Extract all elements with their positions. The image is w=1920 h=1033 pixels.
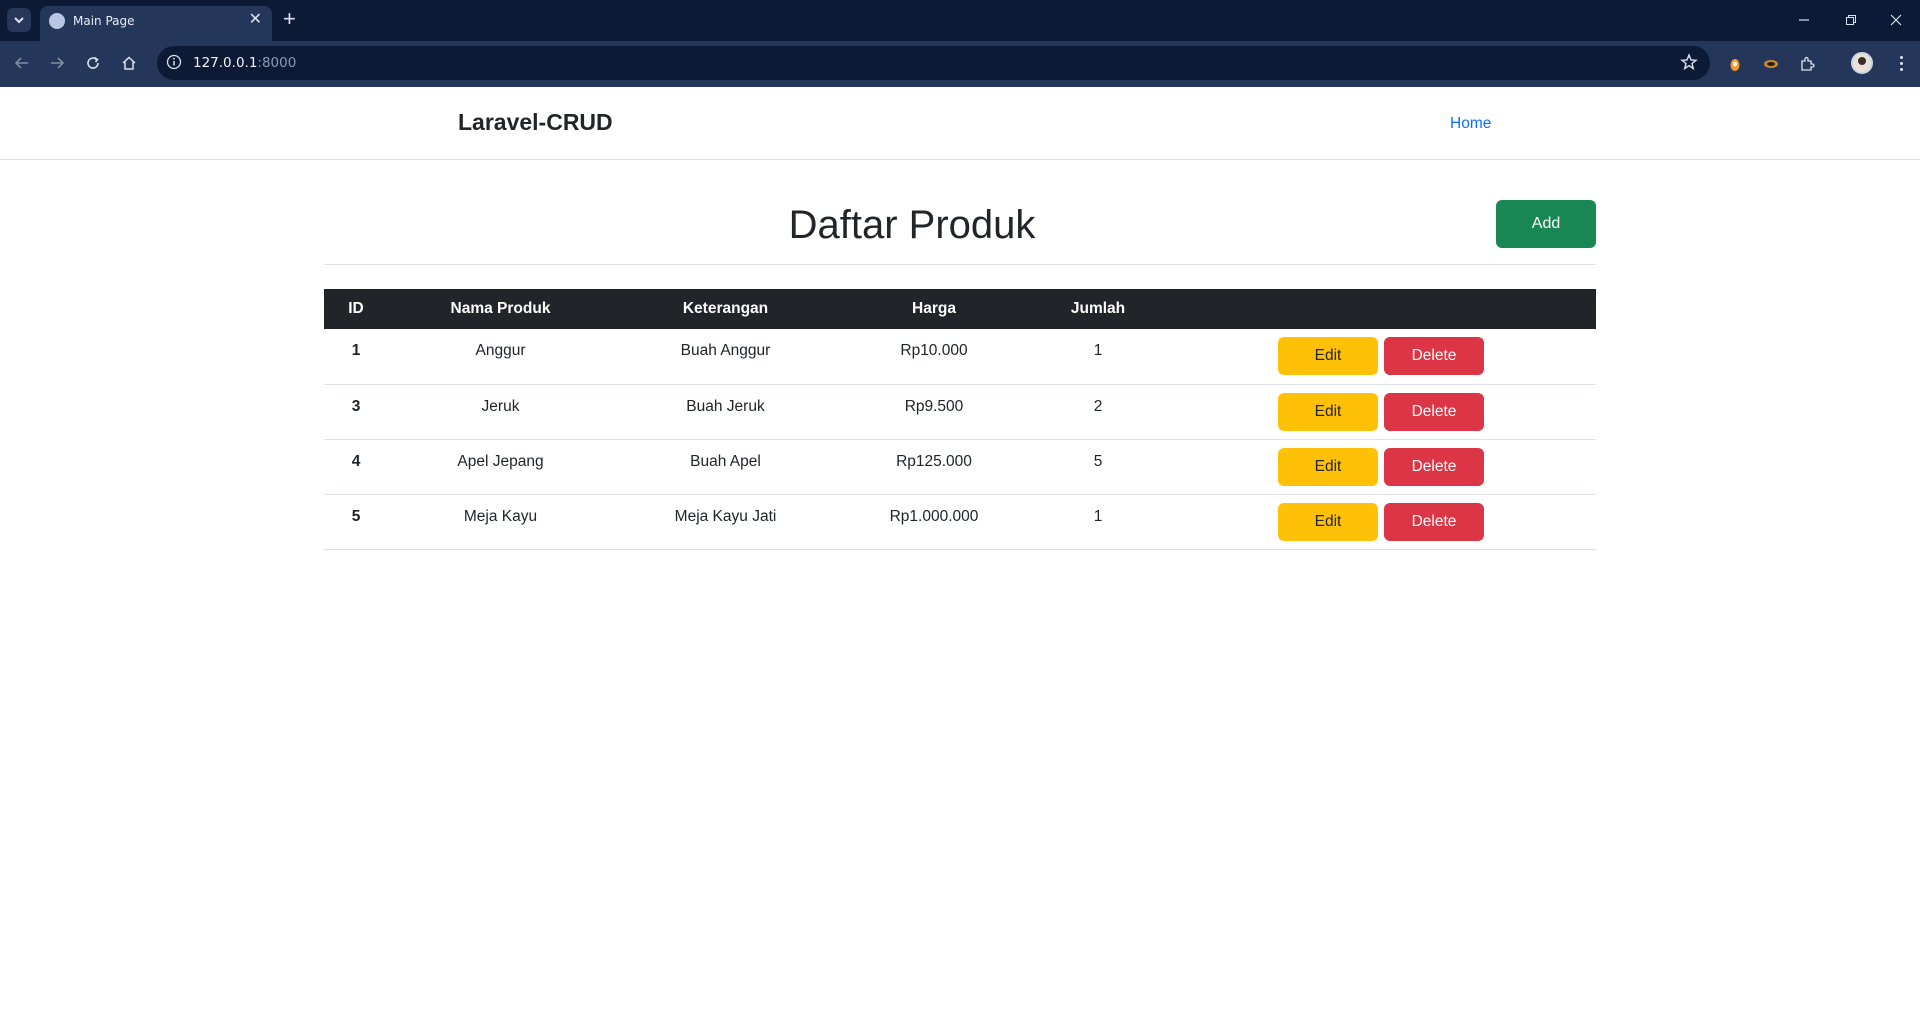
info-icon[interactable] — [166, 54, 182, 70]
col-header-harga: Harga — [912, 300, 956, 317]
table-row: 5 Meja Kayu Meja Kayu Jati Rp1.000.000 1… — [324, 494, 1596, 549]
add-button[interactable]: Add — [1496, 200, 1596, 248]
cell-harga: Rp10.000 — [900, 342, 968, 359]
cell-actions: Edit Delete — [1166, 329, 1596, 384]
cell-nama: Jeruk — [481, 397, 520, 415]
page-content: Laravel-CRUD Home Daftar Produk Add ID N… — [0, 87, 1920, 1033]
extension-glasses-icon[interactable] — [1761, 54, 1781, 74]
cell-id: 1 — [351, 342, 361, 359]
url-text: 127.0.0.1:8000 — [193, 55, 296, 71]
chevron-down-icon — [14, 17, 24, 24]
cell-id: 3 — [351, 397, 361, 415]
header-divider — [324, 264, 1596, 265]
table-row: 3 Jeruk Buah Jeruk Rp9.500 2 Edit Delete — [324, 384, 1596, 439]
plus-icon[interactable]: + — [283, 6, 296, 32]
forward-arrow-icon[interactable] — [44, 50, 70, 76]
menu-dots-icon[interactable] — [1891, 53, 1911, 73]
edit-button[interactable]: Edit — [1278, 447, 1378, 486]
cell-keterangan: Buah Anggur — [680, 342, 771, 359]
edit-button[interactable]: Edit — [1278, 502, 1378, 541]
product-table: ID Nama Produk Keterangan Harga Jumlah 1… — [324, 289, 1596, 550]
delete-button[interactable]: Delete — [1384, 447, 1484, 486]
edit-button[interactable]: Edit — [1278, 392, 1378, 431]
col-header-id: ID — [348, 300, 364, 317]
url-port: :8000 — [257, 55, 297, 71]
profile-avatar[interactable] — [1851, 52, 1873, 74]
delete-button[interactable]: Delete — [1384, 502, 1484, 541]
col-header-actions — [1166, 289, 1596, 329]
close-window-icon[interactable] — [1881, 8, 1911, 32]
url-host: 127.0.0.1 — [193, 55, 258, 71]
back-arrow-icon[interactable] — [9, 50, 35, 76]
tab-title: Main Page — [73, 14, 135, 28]
cell-jumlah: 1 — [1093, 342, 1103, 359]
col-header-nama: Nama Produk — [450, 300, 551, 317]
cell-harga: Rp1.000.000 — [889, 507, 979, 525]
delete-button[interactable]: Delete — [1384, 337, 1484, 375]
col-header-jumlah: Jumlah — [1070, 300, 1126, 317]
extension-icon[interactable] — [1797, 54, 1817, 74]
table-header-row: ID Nama Produk Keterangan Harga Jumlah — [324, 289, 1596, 329]
cell-nama: Apel Jepang — [457, 452, 544, 470]
browser-tab-bar: Main Page ✕ + — [0, 0, 1920, 41]
home-icon[interactable] — [116, 50, 142, 76]
cell-keterangan: Buah Apel — [690, 452, 761, 470]
nav-home-link[interactable]: Home — [1450, 115, 1491, 133]
star-icon[interactable] — [1680, 53, 1698, 71]
cell-jumlah: 2 — [1093, 397, 1103, 415]
cell-nama: Meja Kayu — [463, 507, 538, 525]
extension-orange-icon[interactable] — [1725, 54, 1745, 74]
cell-nama: Anggur — [475, 342, 526, 359]
cell-harga: Rp9.500 — [904, 397, 964, 415]
cell-jumlah: 5 — [1093, 452, 1103, 470]
table-row: 1 Anggur Buah Anggur Rp10.000 1 Edit Dele… — [324, 329, 1596, 384]
table-row: 4 Apel Jepang Buah Apel Rp125.000 5 Edit… — [324, 439, 1596, 494]
minimize-icon[interactable] — [1789, 8, 1819, 32]
cell-harga: Rp125.000 — [896, 452, 972, 470]
cell-actions: Edit Delete — [1166, 494, 1596, 549]
restore-icon[interactable] — [1836, 8, 1866, 32]
col-header-keterangan: Keterangan — [682, 300, 769, 317]
delete-button[interactable]: Delete — [1384, 392, 1484, 431]
site-navbar: Laravel-CRUD Home — [0, 87, 1920, 160]
cell-id: 5 — [351, 507, 361, 525]
address-input[interactable]: 127.0.0.1:8000 — [157, 46, 1710, 80]
close-icon[interactable]: ✕ — [249, 11, 262, 29]
favicon-icon — [49, 13, 65, 29]
browser-toolbar: 127.0.0.1:8000 — [0, 41, 1920, 87]
cell-jumlah: 1 — [1093, 507, 1103, 525]
reload-icon[interactable] — [80, 50, 106, 76]
cell-id: 4 — [351, 452, 361, 470]
tab-search-button[interactable] — [7, 8, 31, 32]
page-title: Daftar Produk — [788, 203, 1036, 247]
tab-main-page[interactable]: Main Page ✕ — [40, 6, 272, 41]
cell-keterangan: Meja Kayu Jati — [674, 507, 777, 525]
brand-title[interactable]: Laravel-CRUD — [458, 109, 613, 136]
cell-keterangan: Buah Jeruk — [686, 397, 765, 415]
cell-actions: Edit Delete — [1166, 384, 1596, 439]
edit-button[interactable]: Edit — [1278, 337, 1378, 375]
cell-actions: Edit Delete — [1166, 439, 1596, 494]
